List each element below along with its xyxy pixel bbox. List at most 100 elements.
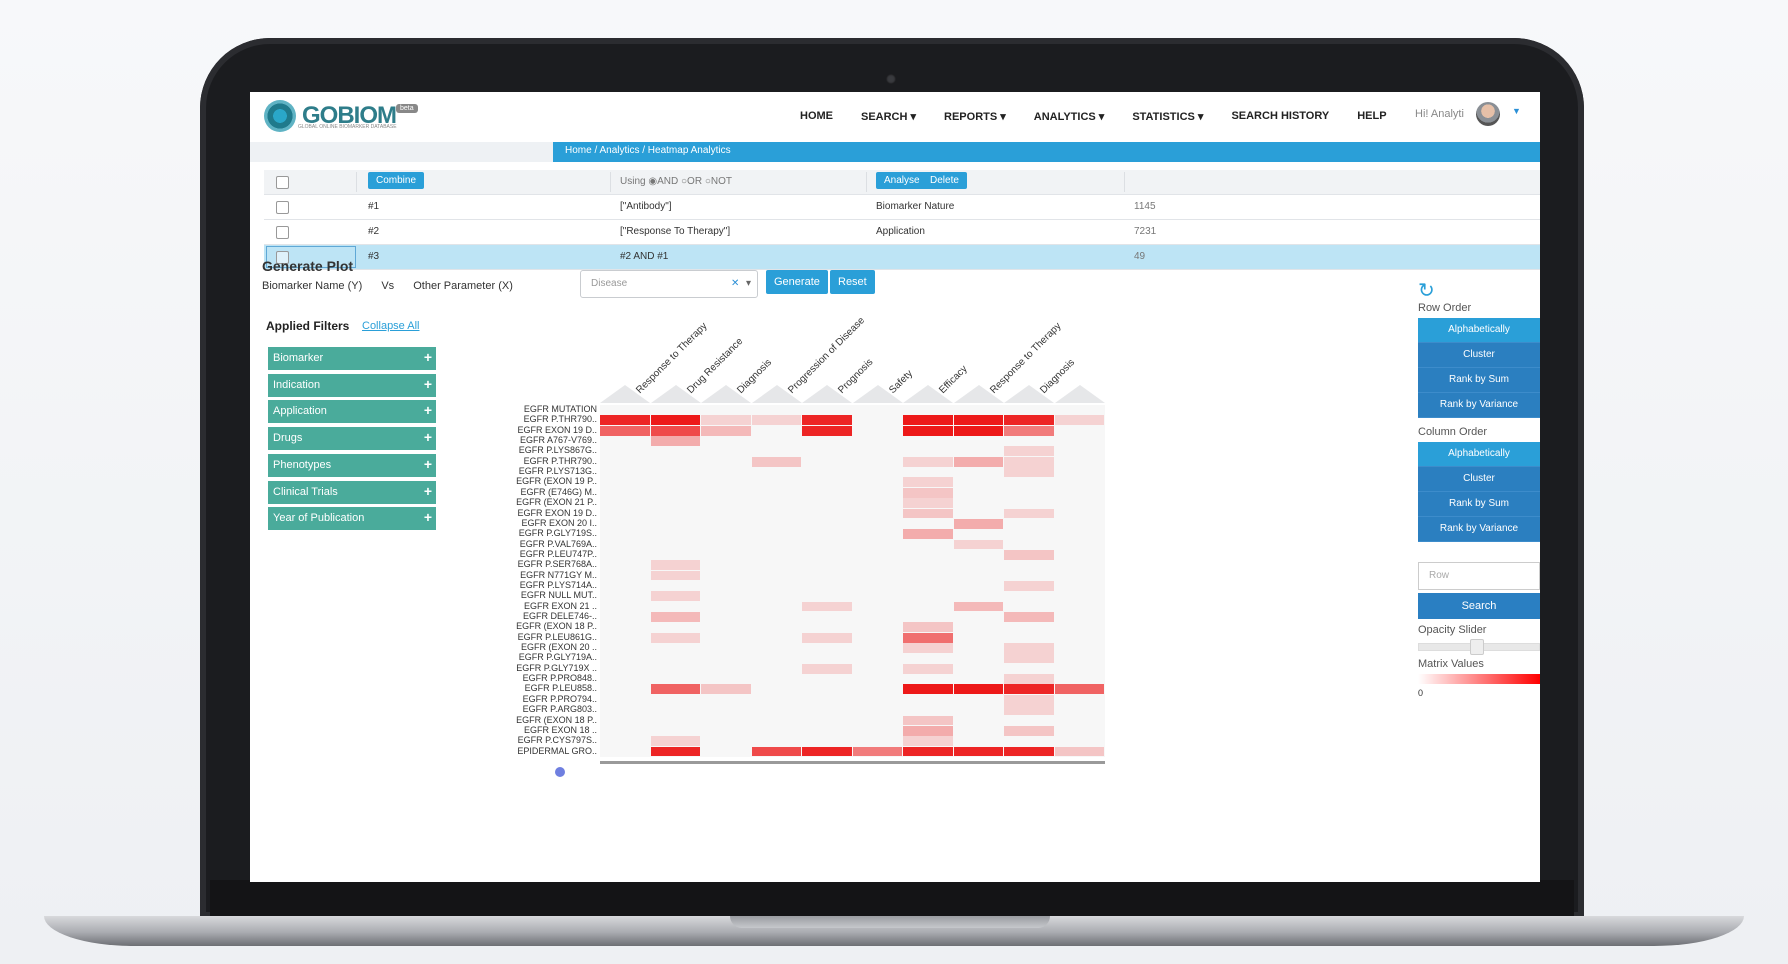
avatar[interactable] xyxy=(1476,102,1500,126)
reset-button[interactable]: Reset xyxy=(830,270,875,294)
heatmap-cell[interactable] xyxy=(903,477,953,488)
heatmap-cell[interactable] xyxy=(802,415,852,426)
row-label[interactable]: EGFR NULL MUT.. xyxy=(492,590,597,600)
row-label[interactable]: EGFR N771GY M.. xyxy=(492,570,597,580)
row-label[interactable]: EGFR P.THR790.. xyxy=(492,456,597,466)
row-label[interactable]: EGFR P.SER768A.. xyxy=(492,559,597,569)
row-label[interactable]: EGFR P.CYS797S.. xyxy=(492,735,597,745)
order-cluster-button[interactable]: Cluster xyxy=(1418,467,1540,492)
heatmap-cell[interactable] xyxy=(903,632,953,643)
row-label[interactable]: EGFR P.LYS867G.. xyxy=(492,445,597,455)
row-label[interactable]: EGFR (EXON 18 P.. xyxy=(492,621,597,631)
row-label[interactable]: EGFR (EXON 20 .. xyxy=(492,642,597,652)
order-rank-by-variance-button[interactable]: Rank by Variance xyxy=(1418,517,1540,542)
and-radio[interactable]: ◉ xyxy=(648,176,657,187)
heatmap-cell[interactable] xyxy=(953,518,1003,529)
heatmap-cell[interactable] xyxy=(903,746,953,757)
row-checkbox[interactable] xyxy=(276,201,289,214)
order-rank-by-sum-button[interactable]: Rank by Sum xyxy=(1418,368,1540,393)
row-label[interactable]: EGFR (EXON 18 P.. xyxy=(492,715,597,725)
analyse-button[interactable]: Analyse xyxy=(876,172,928,189)
plus-icon[interactable]: + xyxy=(424,509,432,525)
heatmap-cell[interactable] xyxy=(953,415,1003,426)
user-menu-chevron-down-icon[interactable]: ▼ xyxy=(1512,106,1521,116)
order-rank-by-variance-button[interactable]: Rank by Variance xyxy=(1418,393,1540,418)
heatmap-cell[interactable] xyxy=(1004,580,1054,591)
heatmap-cell[interactable] xyxy=(1004,674,1054,684)
heatmap-cell[interactable] xyxy=(903,663,953,674)
heatmap-cell[interactable] xyxy=(650,632,700,643)
row-label[interactable]: EGFR P.LEU747P.. xyxy=(492,549,597,559)
filter-item[interactable]: Phenotypes + xyxy=(268,453,436,477)
column-header-marker[interactable] xyxy=(1004,385,1054,403)
heatmap-cell[interactable] xyxy=(953,539,1003,550)
nav-search[interactable]: SEARCH ▾ xyxy=(861,110,916,123)
heatmap-cell[interactable] xyxy=(1004,694,1054,705)
column-header-marker[interactable] xyxy=(802,385,852,403)
order-rank-by-sum-button[interactable]: Rank by Sum xyxy=(1418,492,1540,517)
breadcrumb[interactable]: Home / Analytics / Heatmap Analytics xyxy=(565,145,731,156)
query-row[interactable]: #2 ["Response To Therapy"] Application 7… xyxy=(264,220,1540,245)
heatmap-cell[interactable] xyxy=(751,456,801,467)
heatmap-cell[interactable] xyxy=(903,508,953,519)
column-header-marker[interactable] xyxy=(903,385,953,403)
row-label[interactable]: EGFR EXON 21 .. xyxy=(492,601,597,611)
heatmap-cell[interactable] xyxy=(1054,746,1104,757)
row-label[interactable]: EGFR P.THR790.. xyxy=(492,414,597,424)
nav-help[interactable]: HELP xyxy=(1357,110,1386,123)
select-all-checkbox[interactable] xyxy=(276,176,289,189)
filter-item[interactable]: Biomarker + xyxy=(268,347,436,370)
heatmap-cell[interactable] xyxy=(600,425,650,436)
heatmap-cell[interactable] xyxy=(650,570,700,581)
heatmap-cell[interactable] xyxy=(1004,446,1054,457)
row-label[interactable]: EGFR EXON 20 I.. xyxy=(492,518,597,528)
heatmap-cell[interactable] xyxy=(650,684,700,695)
row-label[interactable]: EGFR EXON 19 D.. xyxy=(492,508,597,518)
heatmap-cell[interactable] xyxy=(903,715,953,726)
heatmap-cell[interactable] xyxy=(802,746,852,757)
heatmap-cell[interactable] xyxy=(953,746,1003,757)
row-label[interactable]: EGFR EXON 18 .. xyxy=(492,725,597,735)
row-label[interactable]: EGFR MUTATION xyxy=(492,404,597,414)
order-alphabetically-button[interactable]: Alphabetically xyxy=(1418,318,1540,343)
heatmap-cell[interactable] xyxy=(1054,684,1104,695)
order-alphabetically-button[interactable]: Alphabetically xyxy=(1418,442,1540,467)
heatmap-cell[interactable] xyxy=(903,643,953,653)
heatmap-cell[interactable] xyxy=(650,591,700,602)
heatmap-cell[interactable] xyxy=(903,529,953,540)
heatmap-cell[interactable] xyxy=(802,663,852,674)
filter-item[interactable]: Drugs + xyxy=(268,427,436,451)
row-label[interactable]: EGFR (EXON 21 P.. xyxy=(492,497,597,507)
row-checkbox[interactable] xyxy=(276,226,289,239)
filter-item[interactable]: Application + xyxy=(268,400,436,424)
search-button[interactable]: Search xyxy=(1418,593,1540,619)
nav-reports[interactable]: REPORTS ▾ xyxy=(944,110,1006,123)
heatmap-cell[interactable] xyxy=(903,415,953,426)
column-header-marker[interactable] xyxy=(1054,385,1105,403)
row-label[interactable]: EGFR (E746G) M.. xyxy=(492,487,597,497)
heatmap-cell[interactable] xyxy=(1004,725,1054,736)
plus-icon[interactable]: + xyxy=(424,376,432,392)
nav-search-history[interactable]: SEARCH HISTORY xyxy=(1231,110,1329,123)
row-label[interactable]: EGFR P.PRO848.. xyxy=(492,673,597,683)
row-label[interactable]: EGFR P.VAL769A.. xyxy=(492,539,597,549)
heatmap-cell[interactable] xyxy=(903,684,953,695)
heatmap-cell[interactable] xyxy=(1004,508,1054,519)
heatmap-cell[interactable] xyxy=(903,425,953,436)
order-cluster-button[interactable]: Cluster xyxy=(1418,343,1540,368)
row-label[interactable]: EGFR P.ARG803.. xyxy=(492,704,597,714)
heatmap-cell[interactable] xyxy=(751,746,801,757)
clear-icon[interactable]: ✕ xyxy=(731,278,739,289)
row-label[interactable]: EGFR P.GLY719A.. xyxy=(492,652,597,662)
heatmap-cell[interactable] xyxy=(953,456,1003,467)
heatmap-cell[interactable] xyxy=(953,425,1003,436)
heatmap-cell[interactable] xyxy=(650,425,700,436)
row-label[interactable]: EGFR P.LEU861G.. xyxy=(492,632,597,642)
heatmap-cell[interactable] xyxy=(903,498,953,508)
heatmap-cell[interactable] xyxy=(1004,415,1054,426)
row-label[interactable]: EGFR P.GLY719X .. xyxy=(492,663,597,673)
heatmap-cell[interactable] xyxy=(953,601,1003,612)
heatmap-cell[interactable] xyxy=(650,415,700,426)
heatmap-cell[interactable] xyxy=(701,684,751,695)
row-label[interactable]: EGFR EXON 19 D.. xyxy=(492,425,597,435)
